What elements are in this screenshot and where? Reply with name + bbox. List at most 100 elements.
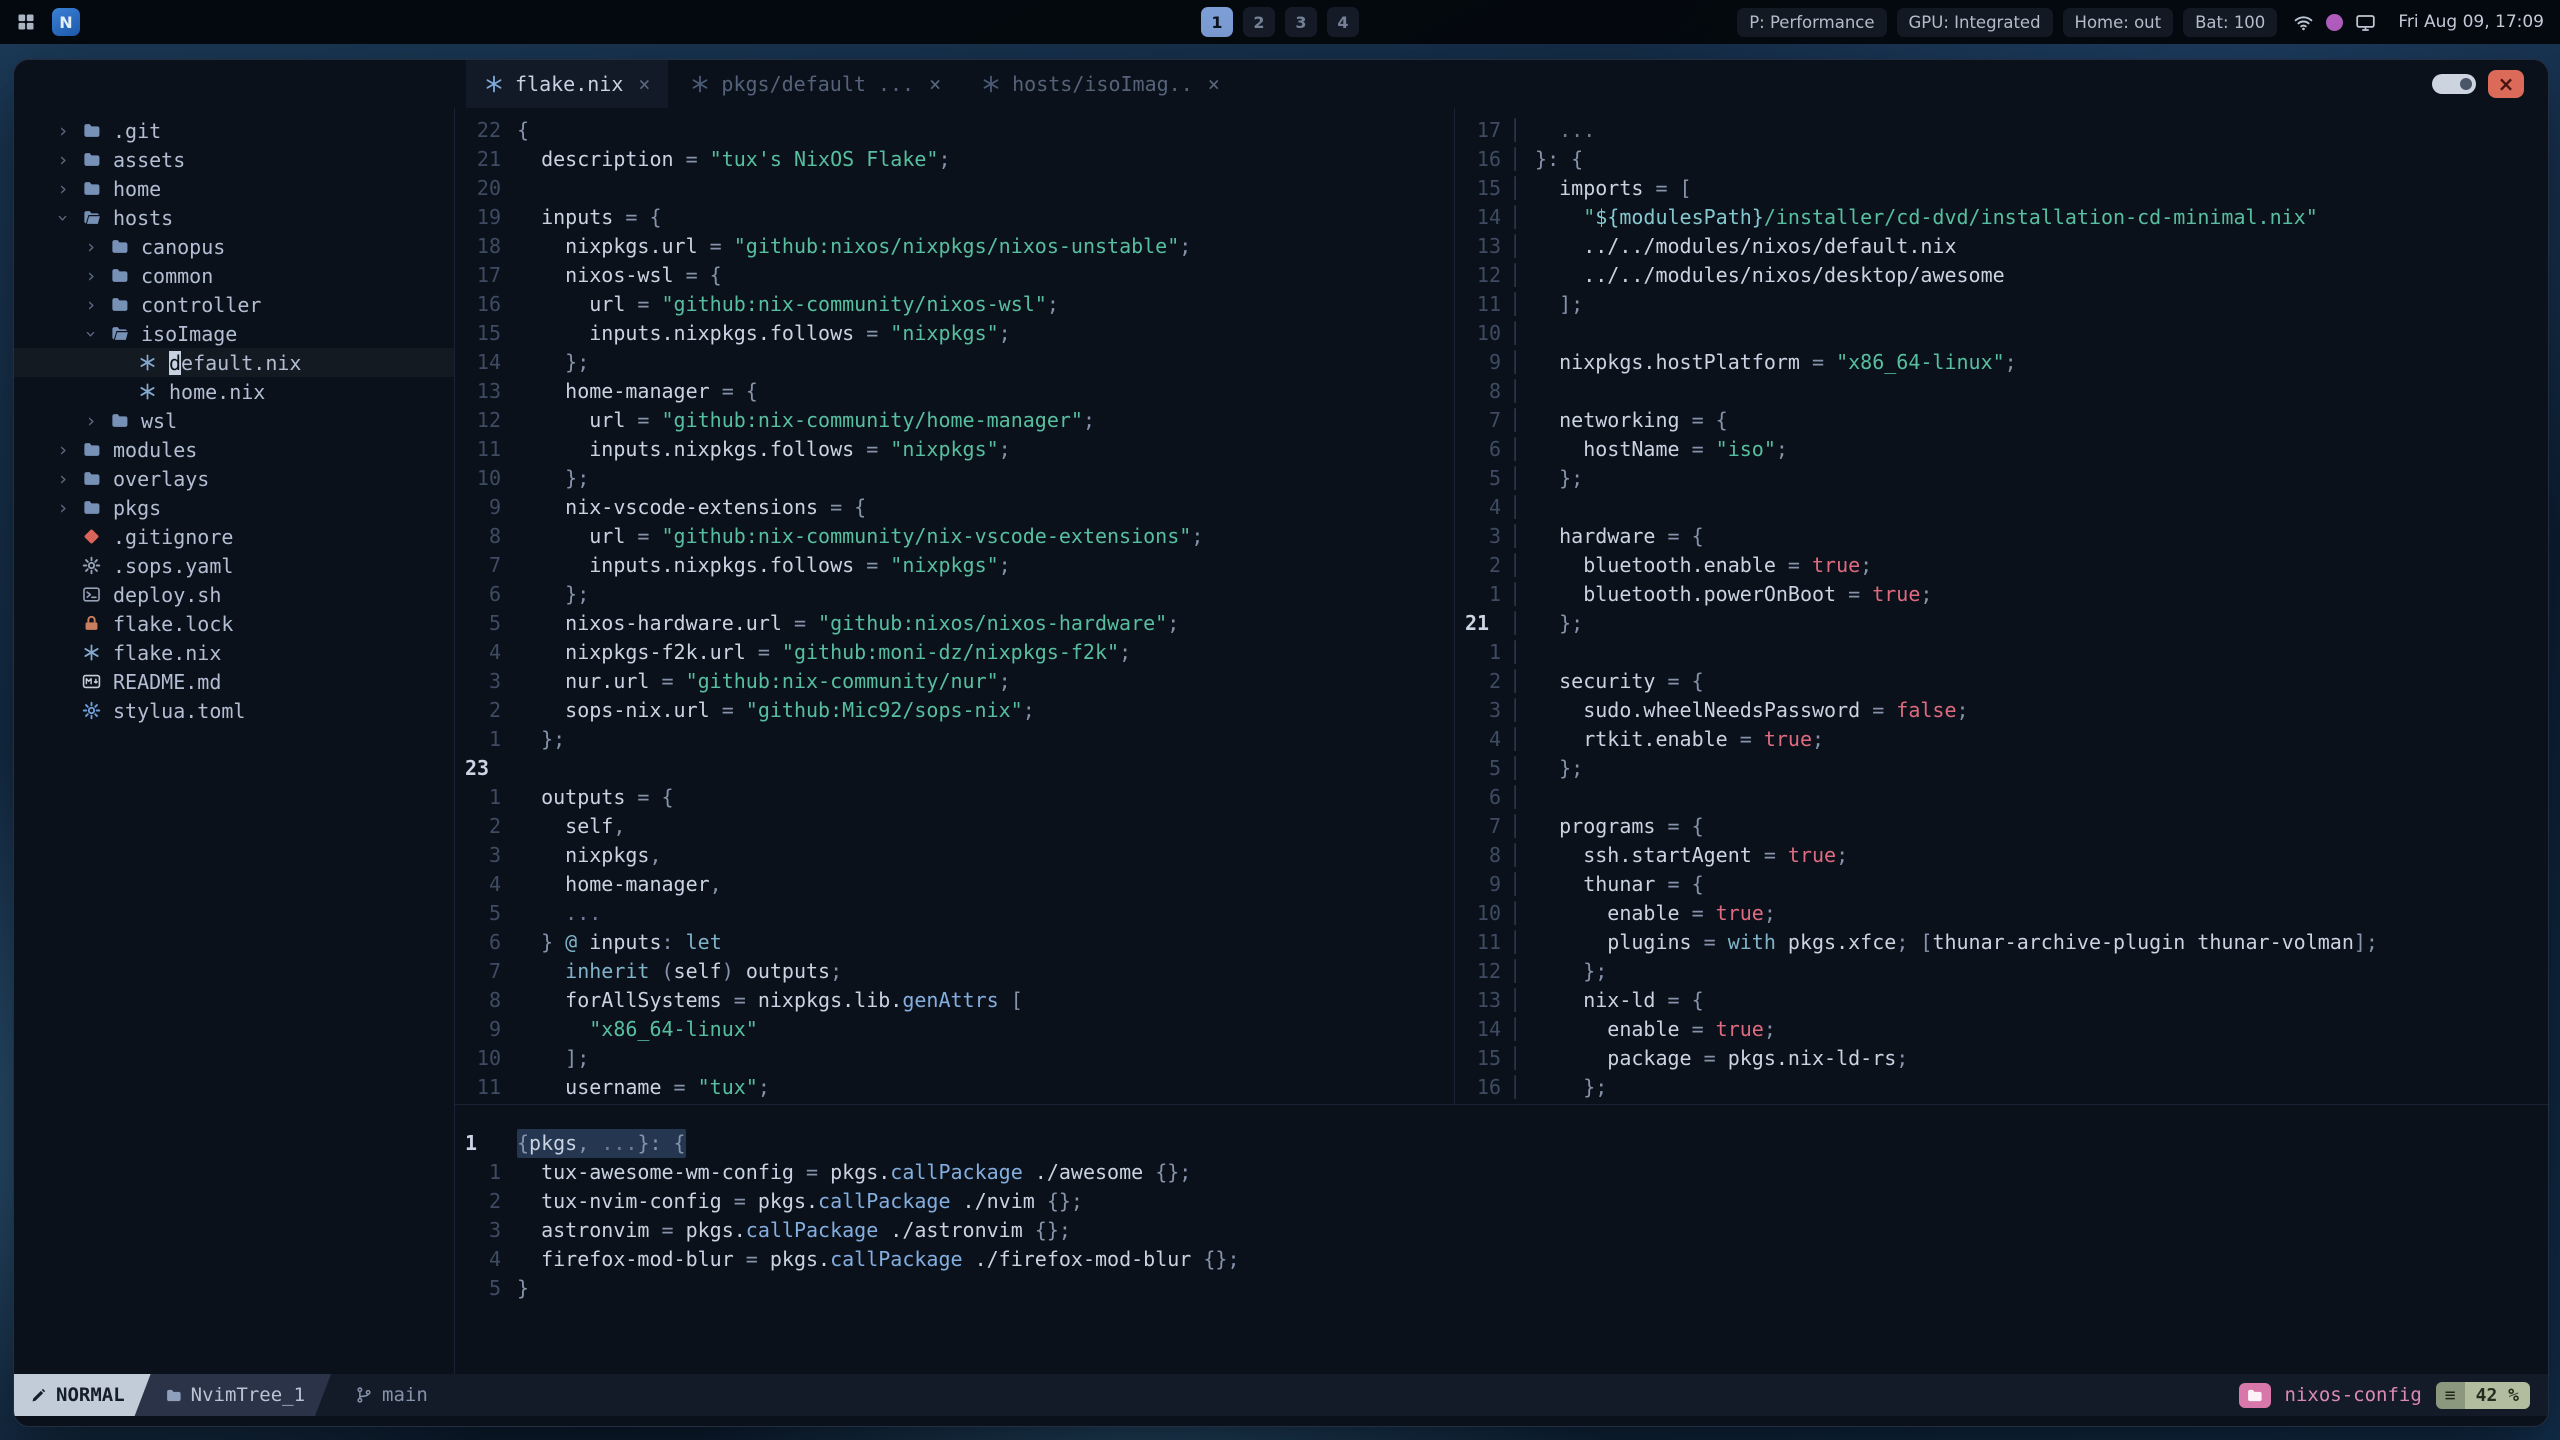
code-line[interactable]: 10 ]; — [455, 1044, 1454, 1073]
code-line[interactable]: 3 nur.url = "github:nix-community/nur"; — [455, 667, 1454, 696]
code-line[interactable]: 20 — [455, 174, 1454, 203]
code-line[interactable]: 15 │ package = pkgs.nix-ld-rs; — [1455, 1044, 2548, 1073]
display-icon[interactable] — [2355, 12, 2376, 33]
code-line[interactable]: 2 sops-nix.url = "github:Mic92/sops-nix"… — [455, 696, 1454, 725]
tree-item[interactable]: › home — [14, 174, 454, 203]
chevron-icon[interactable]: › — [80, 321, 102, 347]
code-line[interactable]: 3 │ hardware = { — [1455, 522, 2548, 551]
code-line[interactable]: 2 │ bluetooth.enable = true; — [1455, 551, 2548, 580]
code-line[interactable]: 11 │ ]; — [1455, 290, 2548, 319]
code-line[interactable]: 22 { — [455, 116, 1454, 145]
chevron-icon[interactable]: › — [78, 236, 104, 258]
code-line[interactable]: 10 │ — [1455, 319, 2548, 348]
code-line[interactable]: 2 self, — [455, 812, 1454, 841]
code-line[interactable]: 1 │ bluetooth.powerOnBoot = true; — [1455, 580, 2548, 609]
code-line[interactable]: 13 │ ../../modules/nixos/default.nix — [1455, 232, 2548, 261]
code-line[interactable]: 8 │ — [1455, 377, 2548, 406]
tree-item[interactable]: › pkgs — [14, 493, 454, 522]
code-line[interactable]: 6 } @ inputs: let — [455, 928, 1454, 957]
code-line[interactable]: 7 │ networking = { — [1455, 406, 2548, 435]
code-line[interactable]: 16 │}: { — [1455, 145, 2548, 174]
code-line[interactable]: 16 url = "github:nix-community/nixos-wsl… — [455, 290, 1454, 319]
code-line[interactable]: 12 url = "github:nix-community/home-mana… — [455, 406, 1454, 435]
code-line[interactable]: 9 "x86_64-linux" — [455, 1015, 1454, 1044]
code-line[interactable]: 21 description = "tux's NixOS Flake"; — [455, 145, 1454, 174]
chevron-icon[interactable]: › — [50, 497, 76, 519]
code-line[interactable]: 6 }; — [455, 580, 1454, 609]
tree-item[interactable]: › common — [14, 261, 454, 290]
code-line[interactable]: 9 │ nixpkgs.hostPlatform = "x86_64-linux"… — [1455, 348, 2548, 377]
buffer-tab[interactable]: pkgs/default ... × — [672, 60, 959, 108]
chevron-icon[interactable]: › — [50, 120, 76, 142]
chevron-icon[interactable]: › — [78, 410, 104, 432]
wifi-icon[interactable] — [2293, 12, 2314, 33]
code-line[interactable]: 15 inputs.nixpkgs.follows = "nixpkgs"; — [455, 319, 1454, 348]
code-line[interactable]: 4 │ rtkit.enable = true; — [1455, 725, 2548, 754]
tree-item[interactable]: › modules — [14, 435, 454, 464]
chevron-icon[interactable]: › — [50, 178, 76, 200]
code-line[interactable]: 2 │ security = { — [1455, 667, 2548, 696]
code-line[interactable]: 5 ... — [455, 899, 1454, 928]
code-line[interactable]: 1 │ — [1455, 638, 2548, 667]
code-line[interactable]: 17 nixos-wsl = { — [455, 261, 1454, 290]
tree-item[interactable]: README.md — [14, 667, 454, 696]
code-line[interactable]: 12 │ ../../modules/nixos/desktop/awesome — [1455, 261, 2548, 290]
active-app-icon[interactable]: N — [52, 8, 80, 36]
buffer-tab[interactable]: hosts/isoImag.. × — [963, 60, 1238, 108]
code-line[interactable]: 17 │ ... — [1455, 116, 2548, 145]
code-line[interactable]: 1 tux-awesome-wm-config = pkgs.callPacka… — [455, 1158, 2548, 1187]
tree-item[interactable]: flake.lock — [14, 609, 454, 638]
chevron-icon[interactable]: › — [78, 294, 104, 316]
chevron-icon[interactable]: › — [50, 149, 76, 171]
tree-item[interactable]: › hosts — [14, 203, 454, 232]
code-line[interactable]: 11 inputs.nixpkgs.follows = "nixpkgs"; — [455, 435, 1454, 464]
code-line[interactable]: 11 │ plugins = with pkgs.xfce; [thunar-ar… — [1455, 928, 2548, 957]
chevron-icon[interactable]: › — [50, 468, 76, 490]
code-line[interactable]: 12 │ }; — [1455, 957, 2548, 986]
tree-item[interactable]: stylua.toml — [14, 696, 454, 725]
code-line[interactable]: 10 │ enable = true; — [1455, 899, 2548, 928]
launcher-icon[interactable] — [16, 12, 36, 32]
tree-item[interactable]: default.nix — [14, 348, 454, 377]
code-line[interactable]: 5 │ }; — [1455, 754, 2548, 783]
code-line[interactable]: 8 │ ssh.startAgent = true; — [1455, 841, 2548, 870]
code-line[interactable]: 14 │ "${modulesPath}/installer/cd-dvd/ins… — [1455, 203, 2548, 232]
tree-item[interactable]: › overlays — [14, 464, 454, 493]
window-close-button[interactable]: × — [2488, 70, 2524, 98]
code-line[interactable]: 14 │ enable = true; — [1455, 1015, 2548, 1044]
code-line[interactable]: 3 │ sudo.wheelNeedsPassword = false; — [1455, 696, 2548, 725]
code-line[interactable]: 3 astronvim = pkgs.callPackage ./astronv… — [455, 1216, 2548, 1245]
code-line[interactable]: 9 │ thunar = { — [1455, 870, 2548, 899]
chevron-icon[interactable]: › — [52, 205, 74, 231]
code-line[interactable]: 9 nix-vscode-extensions = { — [455, 493, 1454, 522]
code-line[interactable]: 23 — [455, 754, 1454, 783]
code-line[interactable]: 8 forAllSystems = nixpkgs.lib.genAttrs [ — [455, 986, 1454, 1015]
code-line[interactable]: 10 }; — [455, 464, 1454, 493]
code-line[interactable]: 1 {pkgs, ...}: { — [455, 1129, 2548, 1158]
code-line[interactable]: 2 tux-nvim-config = pkgs.callPackage ./n… — [455, 1187, 2548, 1216]
code-line[interactable]: 19 inputs = { — [455, 203, 1454, 232]
code-line[interactable]: 15 │ imports = [ — [1455, 174, 2548, 203]
code-line[interactable]: 4 firefox-mod-blur = pkgs.callPackage ./… — [455, 1245, 2548, 1274]
code-line[interactable]: 14 }; — [455, 348, 1454, 377]
color-dot-icon[interactable] — [2326, 13, 2344, 31]
buffer-tab[interactable]: flake.nix × — [466, 60, 669, 108]
window-toggle-button[interactable] — [2432, 74, 2476, 94]
code-line[interactable]: 4 │ — [1455, 493, 2548, 522]
workspace-button[interactable]: 3 — [1285, 7, 1317, 37]
tree-item[interactable]: › canopus — [14, 232, 454, 261]
workspace-button[interactable]: 4 — [1327, 7, 1359, 37]
code-line[interactable]: 7 │ programs = { — [1455, 812, 2548, 841]
tab-close-icon[interactable]: × — [1208, 72, 1220, 96]
code-line[interactable]: 21 │ }; — [1455, 609, 2548, 638]
workspace-button[interactable]: 2 — [1243, 7, 1275, 37]
code-line[interactable]: 5 │ }; — [1455, 464, 2548, 493]
tree-item[interactable]: › isoImage — [14, 319, 454, 348]
code-line[interactable]: 11 username = "tux"; — [455, 1073, 1454, 1102]
code-line[interactable]: 6 │ hostName = "iso"; — [1455, 435, 2548, 464]
code-line[interactable]: 3 nixpkgs, — [455, 841, 1454, 870]
code-line[interactable]: 5 nixos-hardware.url = "github:nixos/nix… — [455, 609, 1454, 638]
tree-item[interactable]: home.nix — [14, 377, 454, 406]
tree-item[interactable]: › .git — [14, 116, 454, 145]
chevron-icon[interactable]: › — [78, 265, 104, 287]
